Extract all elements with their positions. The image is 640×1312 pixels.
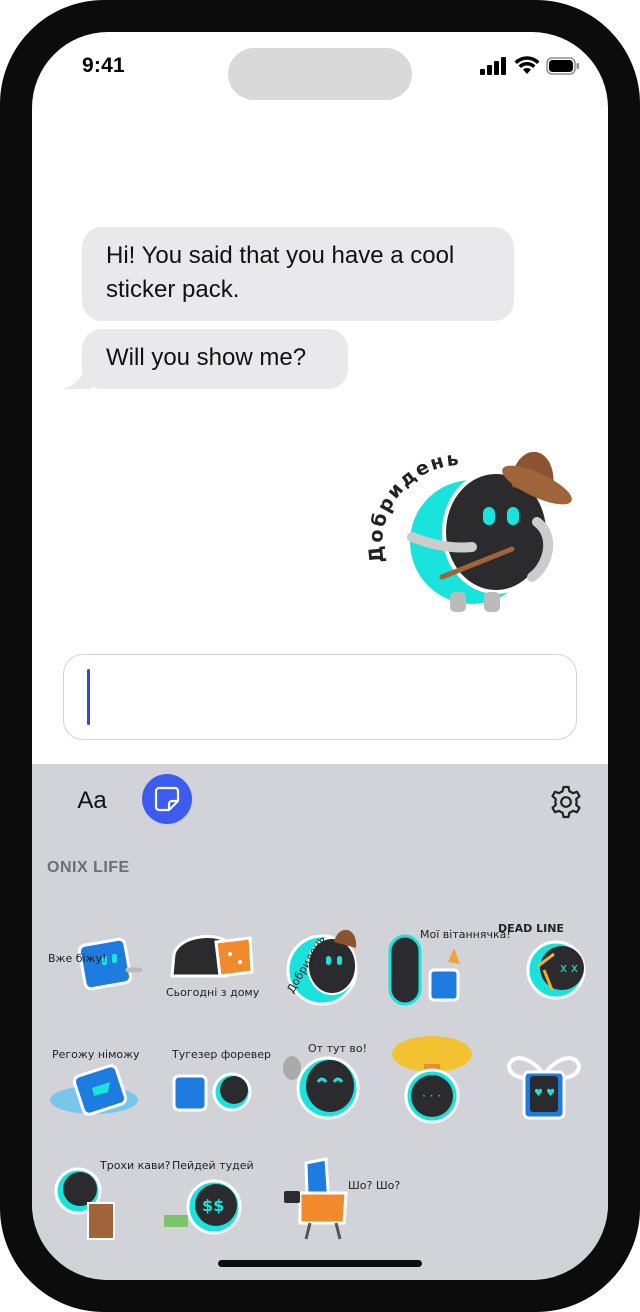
gear-icon (551, 785, 581, 819)
sticker-pack-title: ONIX LIFE (47, 859, 130, 876)
sticker-caption: Сьогодні з дому (166, 986, 260, 999)
sticker-caption: Регожу німожу (52, 1048, 140, 1061)
message-input[interactable] (63, 654, 577, 740)
message-text: Hi! You said that you have a cool sticke… (106, 242, 455, 303)
status-time: 9:41 (82, 54, 125, 77)
sticker-item[interactable]: Регожу німожу (44, 1034, 144, 1130)
sticker-item[interactable]: Мої вітаннячка! (382, 914, 511, 1010)
home-indicator[interactable] (218, 1260, 422, 1267)
laughing-box-sticker-icon: Регожу німожу (50, 1048, 140, 1116)
sticker-keyboard: Aa ONIX LIFE Вже біжу! Сьогодні з дому Д… (32, 764, 608, 1280)
sticker-caption: Пейдей тудей (172, 1159, 254, 1172)
sticker-item[interactable]: · · · (382, 1034, 482, 1130)
sticker-keyboard-button[interactable] (142, 774, 192, 824)
mascot-hat-sticker-icon: Добридень (284, 929, 358, 1006)
message-bubble: Will you show me? (82, 329, 348, 389)
battery-icon (546, 56, 579, 75)
message-bubble: Hi! You said that you have a cool sticke… (82, 227, 514, 321)
cellular-signal-icon (480, 56, 506, 75)
text-cursor (87, 669, 90, 725)
running-box-sticker-icon: Вже біжу! (48, 937, 143, 991)
party-sticker-icon: Мої вітаннячка! (388, 928, 511, 1006)
smiling-mascot-sticker-icon: От тут во! (283, 1042, 367, 1120)
sticker-icon (154, 786, 180, 812)
sticker-item[interactable]: ♥ ♥ (494, 1034, 594, 1130)
settings-button[interactable] (548, 784, 584, 820)
sticker-item[interactable]: Сьогодні з дому (160, 914, 260, 1010)
sticker-item[interactable]: Шо? Шо? (270, 1149, 400, 1245)
wifi-icon (514, 56, 540, 74)
sticker-item[interactable]: От тут во! (270, 1034, 370, 1130)
friends-sticker-icon: Тугезер форевер (171, 1048, 271, 1112)
sticker-item[interactable]: x x DEAD LINE (494, 914, 594, 1010)
sticker-item[interactable]: $$ Пейдей тудей (160, 1149, 260, 1245)
sticker-item[interactable]: Добридень (270, 914, 370, 1010)
sticker-item[interactable]: Вже біжу! (44, 914, 144, 1010)
chair-mascot-sticker-icon: Шо? Шо? (284, 1157, 400, 1240)
sticker-item[interactable]: Трохи кави? (44, 1149, 171, 1245)
phone-frame: 9:41 Hi! You said that you have a cool s… (0, 0, 640, 1312)
screen: 9:41 Hi! You said that you have a cool s… (32, 32, 608, 1280)
svg-text:$$: $$ (202, 1196, 224, 1215)
svg-text:· · ·: · · · (422, 1089, 441, 1103)
svg-text:♥ ♥: ♥ ♥ (534, 1088, 555, 1099)
sticker-caption: Тугезер форевер (171, 1048, 271, 1061)
sticker-caption: От тут во! (308, 1042, 367, 1055)
bubble-tail-icon (62, 362, 92, 389)
deadline-clock-sticker-icon: x x DEAD LINE (498, 922, 586, 1000)
love-box-sticker-icon: ♥ ♥ (507, 1056, 581, 1120)
sent-sticker[interactable]: Добридень (362, 427, 574, 617)
status-icons (480, 56, 580, 75)
payday-sticker-icon: $$ Пейдей тудей (164, 1159, 254, 1235)
sticker-item[interactable]: Тугезер форевер (160, 1034, 271, 1130)
sticker-caption: Вже біжу! (48, 952, 106, 965)
blanket-sticker-icon: Сьогодні з дому (166, 935, 260, 999)
dynamic-island (228, 48, 412, 100)
message-text: Will you show me? (106, 344, 307, 371)
mascot-hat-sticker-icon: Добридень (365, 448, 572, 612)
sticker-caption: Шо? Шо? (348, 1179, 400, 1192)
text-keyboard-button[interactable]: Aa (72, 784, 112, 818)
mind-blown-sticker-icon: · · · (392, 1036, 472, 1124)
coffee-sticker-icon: Трохи кави? (54, 1159, 171, 1240)
sticker-caption: DEAD LINE (498, 922, 564, 935)
svg-text:x x: x x (560, 961, 578, 975)
